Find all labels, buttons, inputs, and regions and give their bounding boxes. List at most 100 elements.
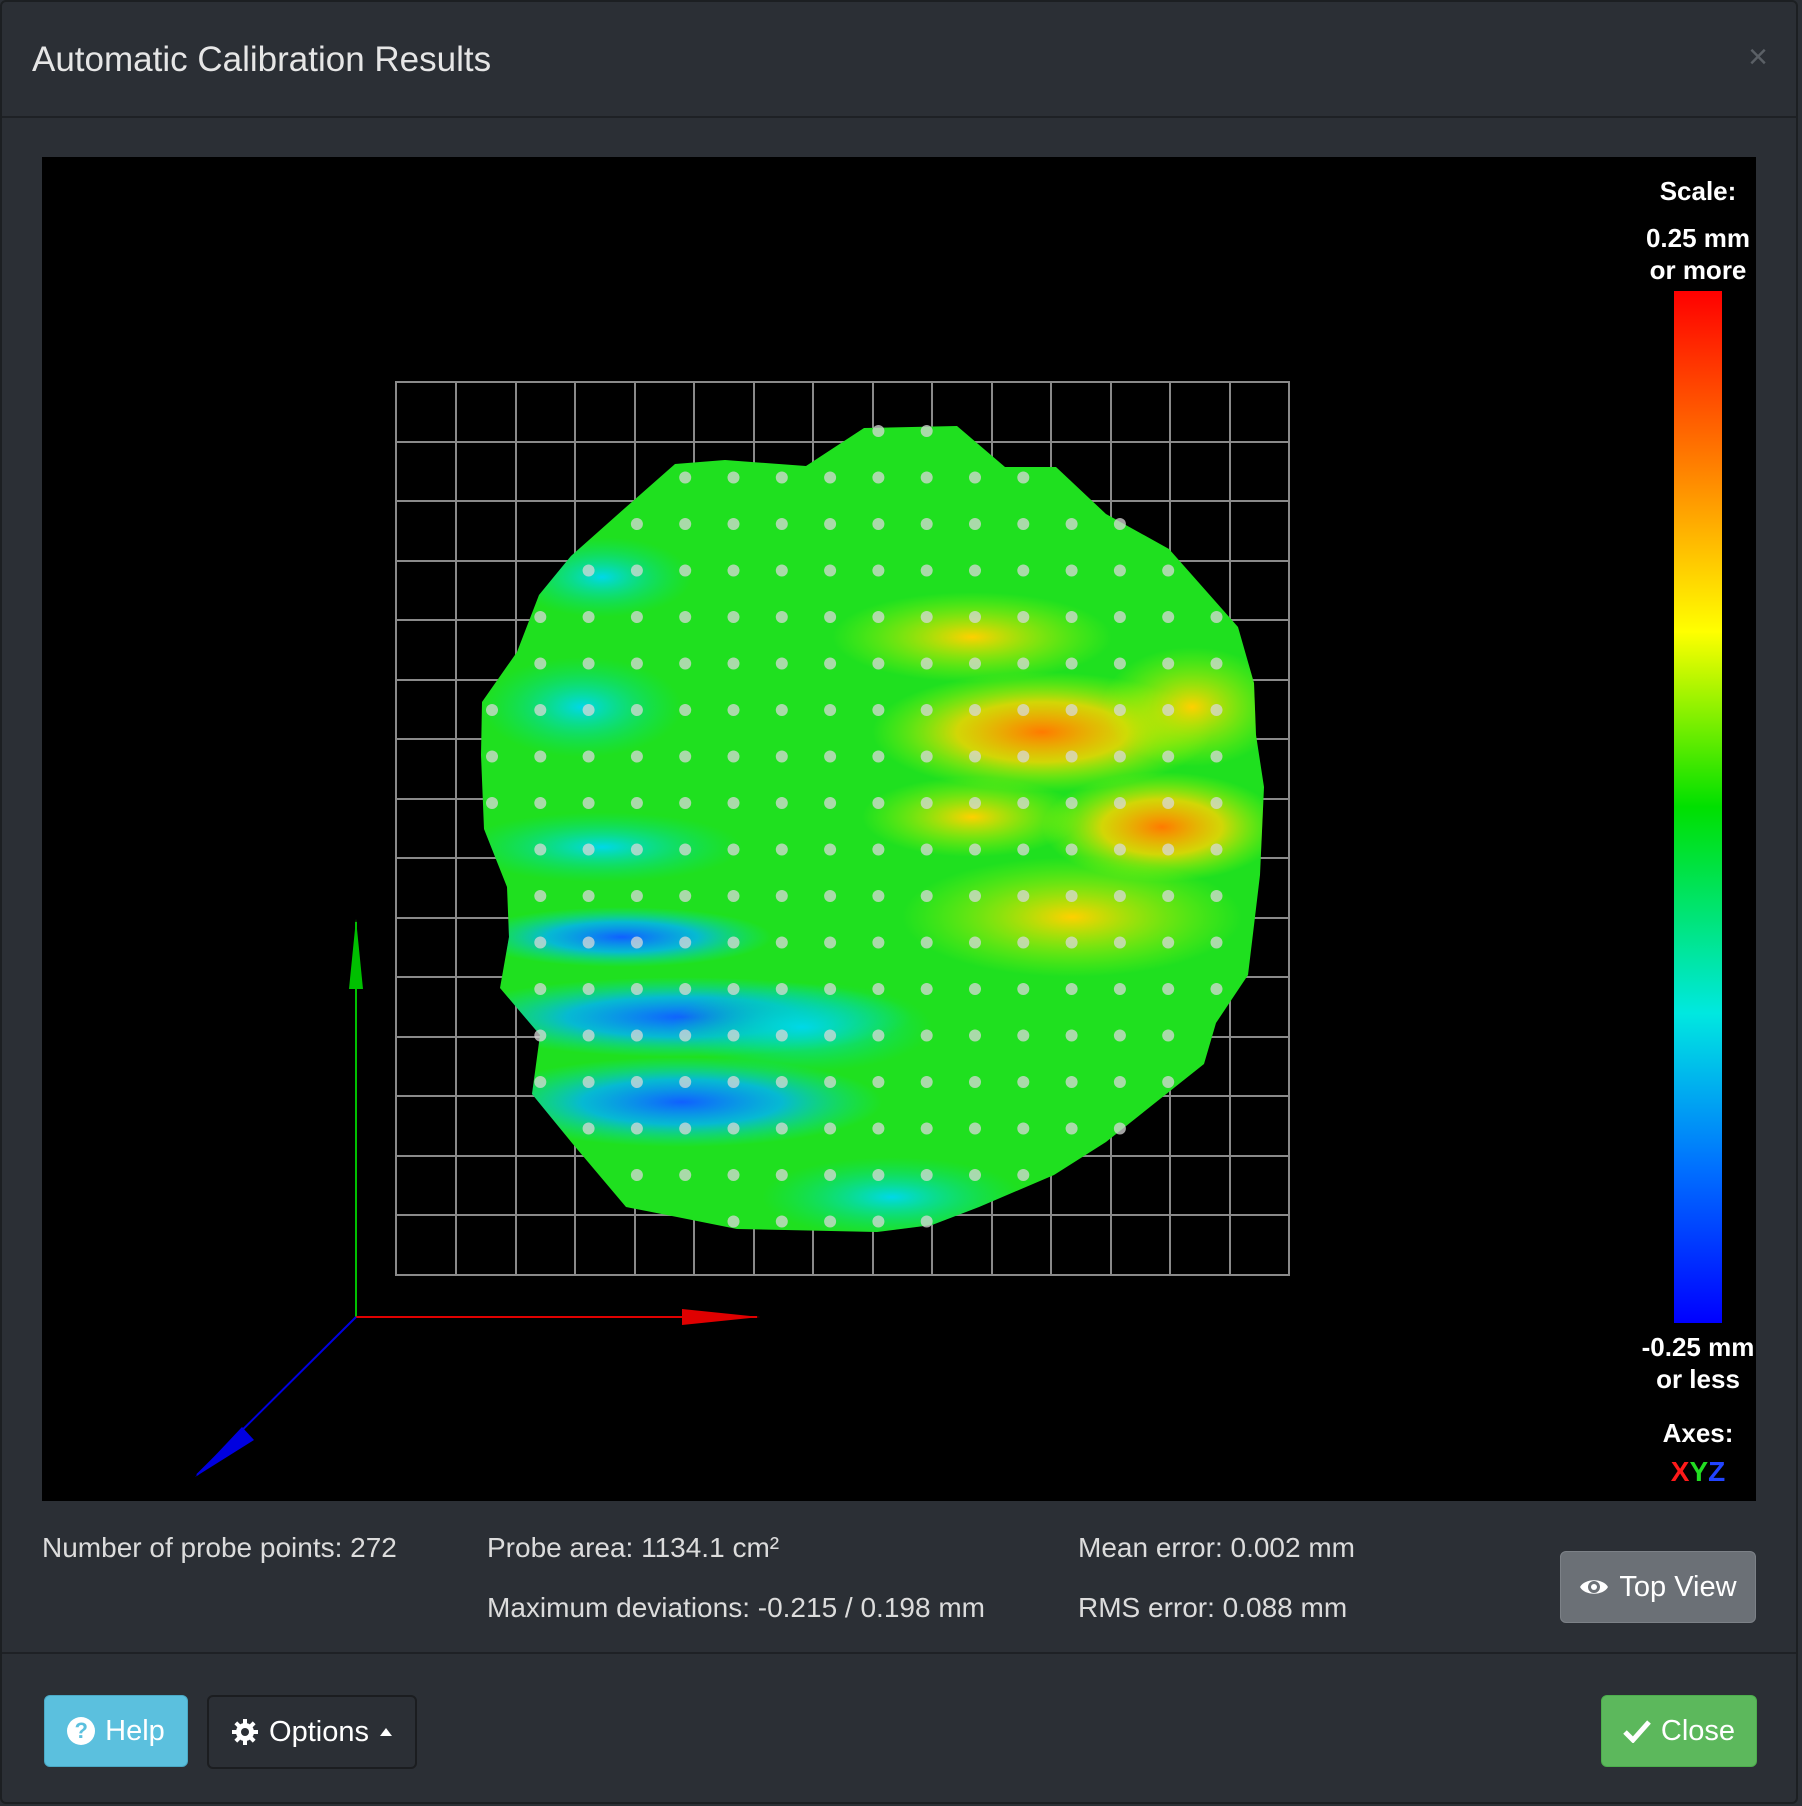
probe-point (534, 843, 547, 856)
probe-point (534, 657, 547, 670)
probe-point (969, 518, 981, 530)
probe-point (630, 750, 643, 763)
probe-point (1017, 1029, 1030, 1042)
probe-point (679, 890, 692, 902)
probe-point (486, 750, 498, 763)
scale-min-line1: -0.25 mm (1642, 1332, 1755, 1362)
probe-point (920, 797, 933, 809)
probe-point (1017, 890, 1030, 902)
probe-point (1210, 983, 1223, 995)
probe-point (1113, 1076, 1126, 1088)
probe-point (775, 704, 788, 716)
probe-point (630, 1076, 643, 1088)
probe-point (1065, 797, 1078, 809)
probe-point (534, 750, 547, 763)
probe-point (1210, 797, 1223, 809)
probe-point (775, 1215, 788, 1228)
probe-point (679, 704, 692, 716)
probe-point (969, 1169, 981, 1181)
probe-point (534, 936, 547, 949)
probe-point (1162, 704, 1175, 716)
probe-point (920, 657, 933, 670)
scale-min-line2: or less (1656, 1364, 1740, 1394)
probe-point (775, 657, 788, 670)
probe-point (1162, 890, 1175, 902)
help-label: Help (105, 1714, 165, 1747)
probe-point (1065, 843, 1078, 856)
probe-point (824, 1215, 837, 1228)
probe-point (920, 890, 933, 902)
probe-point (920, 1169, 933, 1181)
probe-point (775, 1169, 788, 1181)
probe-point (969, 797, 981, 809)
probe-point (920, 1215, 933, 1228)
heightmap-canvas[interactable]: Scale: 0.25 mm or more -0.25 mm or less … (42, 157, 1756, 1501)
probe-point (679, 983, 692, 995)
probe-point (534, 1029, 547, 1042)
probe-point (582, 564, 595, 577)
probe-point (1113, 518, 1126, 530)
probe-point (630, 983, 643, 995)
close-x-icon[interactable]: × (1748, 38, 1768, 77)
scale-label: Scale: (1660, 176, 1737, 206)
probe-point (920, 983, 933, 995)
probe-point (727, 704, 740, 716)
probe-point (1065, 1122, 1078, 1135)
probe-point (1162, 1029, 1175, 1042)
probe-point (1017, 1122, 1030, 1135)
close-button[interactable]: Close (1601, 1695, 1757, 1767)
probe-point (679, 1122, 692, 1135)
probe-point (727, 797, 740, 809)
probe-point (872, 843, 885, 856)
probe-point (969, 471, 981, 484)
probe-point (1162, 843, 1175, 856)
probe-point (775, 843, 788, 856)
probe-point (969, 704, 981, 716)
probe-point (969, 936, 981, 949)
check-icon (1623, 1720, 1651, 1743)
probe-point (969, 657, 981, 670)
probe-point (969, 564, 981, 577)
probe-point (872, 1215, 885, 1228)
probe-point (1017, 797, 1030, 809)
probe-point (630, 1169, 643, 1181)
probe-point (1210, 936, 1223, 949)
probe-point (727, 750, 740, 763)
gear-icon (232, 1719, 259, 1745)
probe-point (1017, 843, 1030, 856)
probe-point (920, 704, 933, 716)
probe-point (727, 983, 740, 995)
dialog-footer-divider (2, 1652, 1796, 1654)
rms-error: RMS error: 0.088 mm (1078, 1592, 1348, 1623)
probe-point (534, 1076, 547, 1088)
probe-point (486, 704, 498, 716)
options-button[interactable]: Options (207, 1695, 417, 1769)
probe-point (775, 1122, 788, 1135)
probe-point (534, 983, 547, 995)
calibration-results-dialog: Automatic Calibration Results × Scale: 0… (0, 0, 1798, 1804)
probe-point (872, 1076, 885, 1088)
probe-point (1017, 983, 1030, 995)
probe-point (679, 797, 692, 809)
probe-point (630, 704, 643, 716)
probe-point (1065, 657, 1078, 670)
probe-point (582, 750, 595, 763)
help-button[interactable]: ? Help (44, 1695, 188, 1767)
probe-point (775, 564, 788, 577)
probe-points-count: Number of probe points: 272 (42, 1532, 397, 1563)
probe-point (679, 1029, 692, 1042)
probe-point (1162, 657, 1175, 670)
probe-point (1065, 983, 1078, 995)
options-label: Options (269, 1715, 369, 1748)
probe-point (824, 750, 837, 763)
color-scale: Scale: 0.25 mm or more -0.25 mm or less … (1642, 176, 1755, 1487)
probe-point (1210, 890, 1223, 902)
probe-point (920, 611, 933, 623)
probe-point (824, 704, 837, 716)
probe-point (824, 657, 837, 670)
top-view-button[interactable]: Top View (1560, 1551, 1756, 1623)
heightmap-viewer[interactable]: Scale: 0.25 mm or more -0.25 mm or less … (42, 157, 1756, 1501)
probe-point (969, 890, 981, 902)
probe-point (969, 611, 981, 623)
probe-point (679, 518, 692, 530)
